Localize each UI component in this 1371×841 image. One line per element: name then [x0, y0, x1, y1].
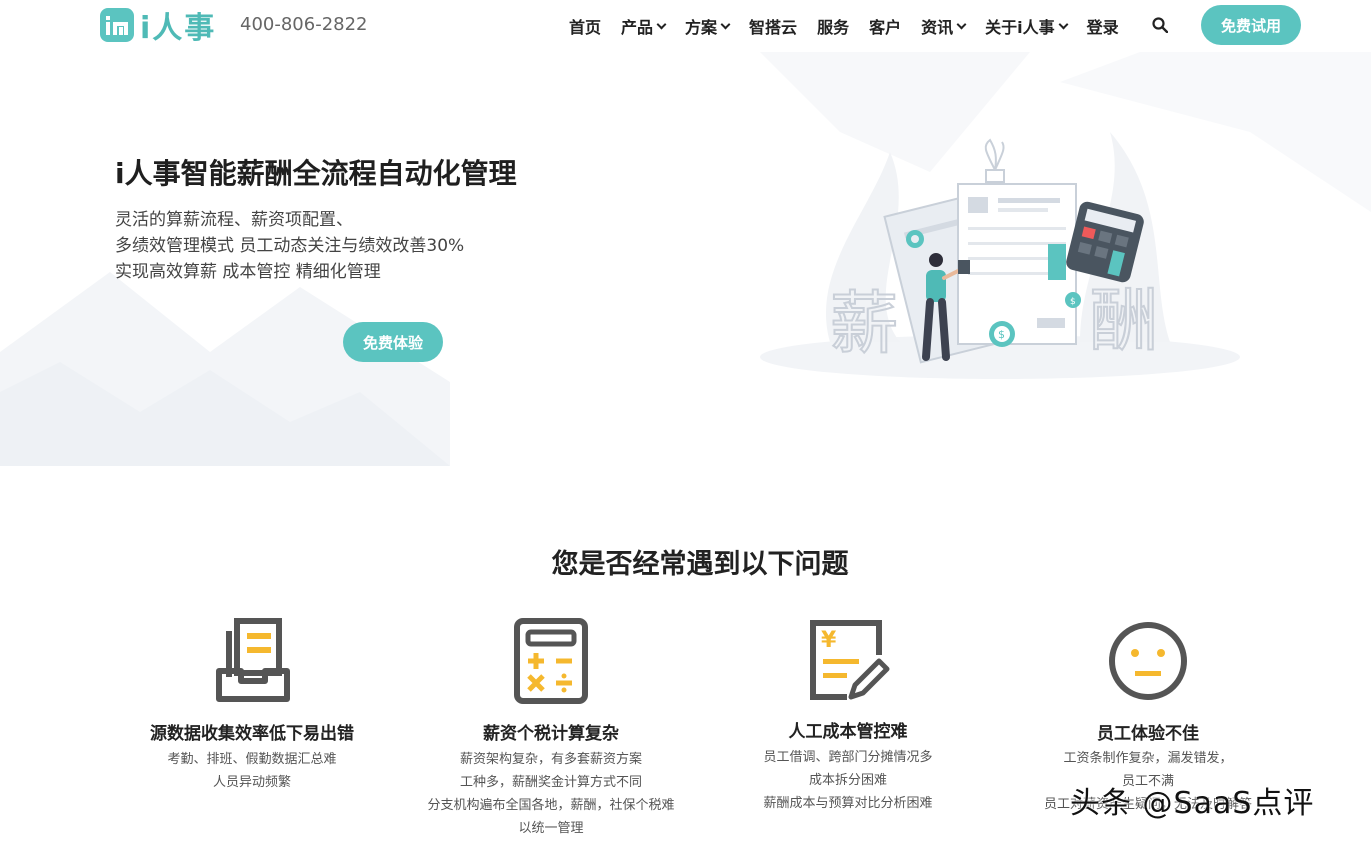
problem-card: 员工体验不佳 工资条制作复杂，漏发错发， 员工不满 员工对薪资产生疑问，无法及时… [998, 615, 1298, 812]
problem-card-title: 员工体验不佳 [1097, 724, 1199, 744]
illus-char-left: 薪 [830, 285, 898, 364]
nav-item[interactable]: 产品 [621, 14, 667, 38]
problem-card-line: 考勤、排班、假勤数据汇总难 [167, 752, 337, 767]
hero-desc-line: 多绩效管理模式 员工动态关注与绩效改善30% [115, 236, 465, 256]
chevron-down-icon [720, 19, 731, 29]
problem-card-line: 工种多，薪酬奖金计算方式不同 [459, 775, 642, 790]
problem-card-line: 员工借调、跨部门分摊情况多 [763, 750, 933, 765]
nav-item-label: 首页 [569, 18, 602, 37]
nav-item[interactable]: 关于i人事 [985, 14, 1069, 38]
nav-item-label: 客户 [869, 18, 902, 37]
problem-card-line: 人员异动频繁 [212, 775, 291, 790]
inbox-document-icon [216, 618, 290, 702]
hero-title: i人事智能薪酬全流程自动化管理 [115, 157, 517, 190]
nav-item-label: 服务 [817, 18, 850, 37]
problem-card-line: 成本拆分困难 [808, 773, 887, 788]
svg-text:$: $ [1070, 297, 1076, 307]
problem-card-lines: 员工借调、跨部门分摊情况多 成本拆分困难 薪酬成本与预算对比分析困难 [698, 746, 998, 815]
problem-card-lines: 考勤、排班、假勤数据汇总难 人员异动频繁 [102, 748, 402, 794]
neutral-face-icon [1109, 622, 1187, 700]
logo-text: i人事 [140, 11, 217, 46]
nav-item-label: 关于i人事 [985, 18, 1055, 37]
problem-card: 源数据收集效率低下易出错 考勤、排班、假勤数据汇总难 人员异动频繁 [102, 615, 402, 790]
calculator-icon [514, 618, 588, 704]
logo[interactable]: i人事 [100, 6, 217, 46]
problem-card-line: 分支机构遍布全国各地，薪酬，社保个税难 [427, 798, 675, 813]
problem-card-title: 薪资个税计算复杂 [483, 724, 619, 744]
chevron-down-icon [1058, 19, 1069, 29]
payroll-illustration: 薪 酬 $ $ [760, 132, 1240, 379]
cost-edit-icon: ¥ [810, 620, 890, 700]
search-icon[interactable] [1152, 17, 1168, 33]
nav-item[interactable]: 首页 [569, 14, 601, 38]
nav-item[interactable]: 客户 [869, 14, 901, 38]
nav-item[interactable]: 方案 [685, 14, 731, 38]
problem-card-title: 源数据收集效率低下易出错 [150, 724, 354, 744]
hero-desc-line: 实现高效算薪 成本管控 精细化管理 [115, 262, 381, 282]
problem-card-title: 人工成本管控难 [788, 722, 908, 742]
problem-card-line: 以统一管理 [518, 821, 584, 836]
nav-item-label: 产品 [621, 18, 654, 37]
problem-card-line: 薪酬成本与预算对比分析困难 [763, 796, 933, 811]
free-experience-button[interactable]: 免费体验 [343, 322, 443, 362]
nav-item-label: 资讯 [921, 18, 954, 37]
free-trial-button[interactable]: 免费试用 [1201, 5, 1301, 45]
nav-item[interactable]: 登录 [1087, 14, 1119, 38]
illus-char-right: 酬 [1090, 282, 1158, 361]
nav-item[interactable]: 智搭云 [749, 14, 797, 38]
nav-item-label: 方案 [685, 18, 718, 37]
nav-item-label: 智搭云 [749, 18, 798, 37]
main-nav: 首页 产品 方案 智搭云 服务 客户 资讯 关于i人事 登录 [569, 15, 1139, 37]
section-title: 您是否经常遇到以下问题 [551, 549, 849, 580]
watermark: 头条 @SaaS点评 [1070, 786, 1315, 821]
hero-banner: i人事智能薪酬全流程自动化管理 灵活的算薪流程、薪资项配置、 多绩效管理模式 员… [0, 52, 1371, 466]
svg-text:¥: ¥ [821, 628, 837, 653]
nav-item[interactable]: 服务 [817, 14, 849, 38]
chevron-down-icon [656, 19, 667, 29]
problem-card-line: 薪资架构复杂，有多套薪资方案 [459, 752, 642, 767]
problem-card-line: 工资条制作复杂，漏发错发， [1063, 751, 1233, 766]
hero-description: 灵活的算薪流程、薪资项配置、 多绩效管理模式 员工动态关注与绩效改善30% 实现… [115, 207, 464, 285]
problem-card: ¥ 人工成本管控难 员工借调、跨部门分摊情况多 成本拆分困难 薪酬成本与预算对比… [698, 615, 998, 811]
nav-item-label: 登录 [1086, 18, 1119, 37]
svg-text:$: $ [998, 328, 1005, 341]
phone-number: 400-806-2822 [240, 14, 368, 35]
problem-card: 薪资个税计算复杂 薪资架构复杂，有多套薪资方案 工种多，薪酬奖金计算方式不同 分… [401, 615, 701, 836]
problem-card-lines: 薪资架构复杂，有多套薪资方案 工种多，薪酬奖金计算方式不同 分支机构遍布全国各地… [401, 748, 701, 840]
hero-desc-line: 灵活的算薪流程、薪资项配置、 [115, 210, 353, 230]
site-header: i人事 400-806-2822 首页 产品 方案 智搭云 服务 客户 资讯 关于i人事 登录 … [0, 0, 1371, 52]
nav-item[interactable]: 资讯 [921, 14, 967, 38]
logo-mark-icon [100, 8, 134, 42]
chevron-down-icon [956, 19, 967, 29]
